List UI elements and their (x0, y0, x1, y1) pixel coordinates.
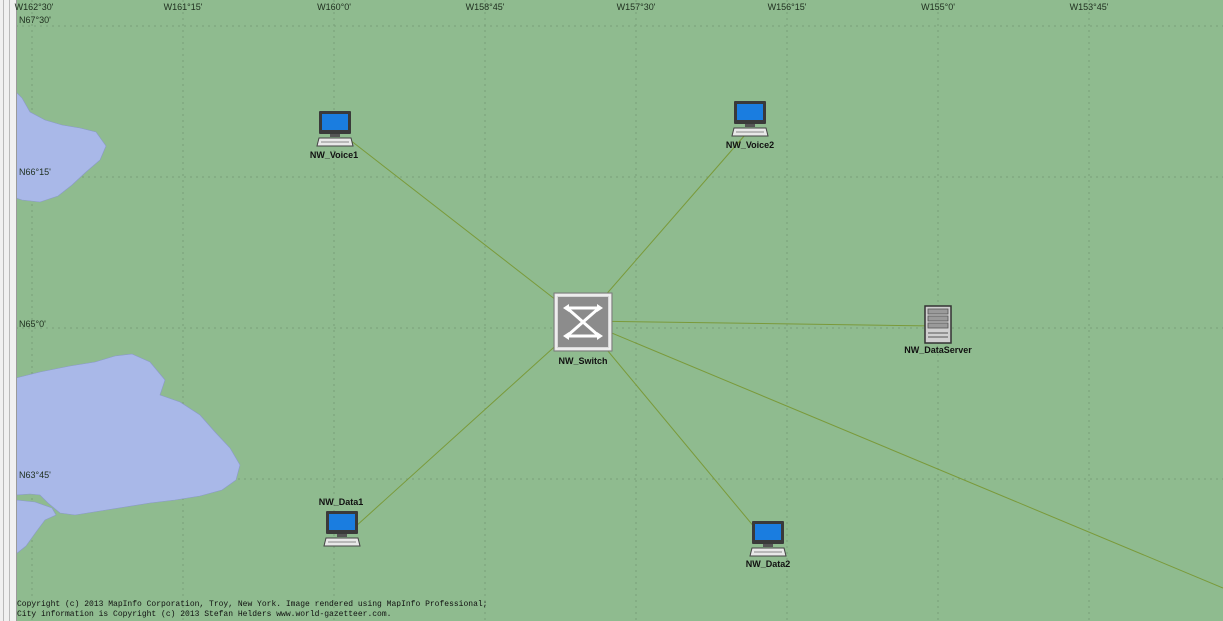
longitude-label: W162°30' (14, 2, 54, 12)
node-label-nw-data1: NW_Data1 (318, 497, 364, 507)
longitude-label: W160°0' (317, 2, 351, 12)
node-label-nw-data2: NW_Data2 (745, 559, 791, 569)
switch-icon (553, 292, 613, 352)
map-grid (16, 0, 1223, 621)
node-nw-data1[interactable] (323, 510, 361, 548)
longitude-label: W155°0' (921, 2, 955, 12)
latitude-label: N67°30' (19, 15, 51, 25)
window-left-border (0, 0, 17, 621)
latitude-label: N66°15' (19, 167, 51, 177)
link-switch-voice1 (349, 139, 584, 322)
node-label-nw-switch: NW_Switch (558, 356, 608, 366)
link-switch-data2 (582, 320, 766, 541)
longitude-label: W153°45' (1069, 2, 1109, 12)
node-nw-data2[interactable] (749, 520, 787, 558)
copyright-line-1: Copyright (c) 2013 MapInfo Corporation, … (17, 600, 488, 609)
link-switch-offscreen (582, 320, 1223, 589)
node-nw-voice1[interactable] (316, 110, 354, 148)
network-map-canvas[interactable]: W162°30' W161°15' W160°0' W158°45' W157°… (0, 0, 1223, 621)
workstation-icon (749, 521, 787, 557)
longitude-label: W158°45' (465, 2, 505, 12)
workstation-icon (731, 101, 769, 137)
water-bodies (15, 91, 241, 555)
node-nw-switch[interactable] (553, 292, 613, 352)
node-label-nw-dataserver: NW_DataServer (904, 345, 972, 355)
copyright-line-2: City information is Copyright (c) 2013 S… (17, 610, 392, 619)
workstation-icon (316, 111, 354, 147)
link-switch-data1 (354, 320, 584, 528)
node-label-nw-voice2: NW_Voice2 (725, 140, 775, 150)
workstation-icon (323, 511, 361, 547)
longitude-label: W157°30' (616, 2, 656, 12)
longitude-label: W161°15' (163, 2, 203, 12)
latitude-label: N65°0' (19, 319, 46, 329)
latitude-label: N63°45' (19, 470, 51, 480)
longitude-label: W156°15' (767, 2, 807, 12)
node-label-nw-voice1: NW_Voice1 (309, 150, 359, 160)
node-nw-dataserver[interactable] (924, 305, 952, 345)
node-nw-voice2[interactable] (731, 100, 769, 138)
map-copyright: Copyright (c) 2013 MapInfo Corporation, … (17, 600, 487, 620)
server-icon (924, 305, 952, 344)
